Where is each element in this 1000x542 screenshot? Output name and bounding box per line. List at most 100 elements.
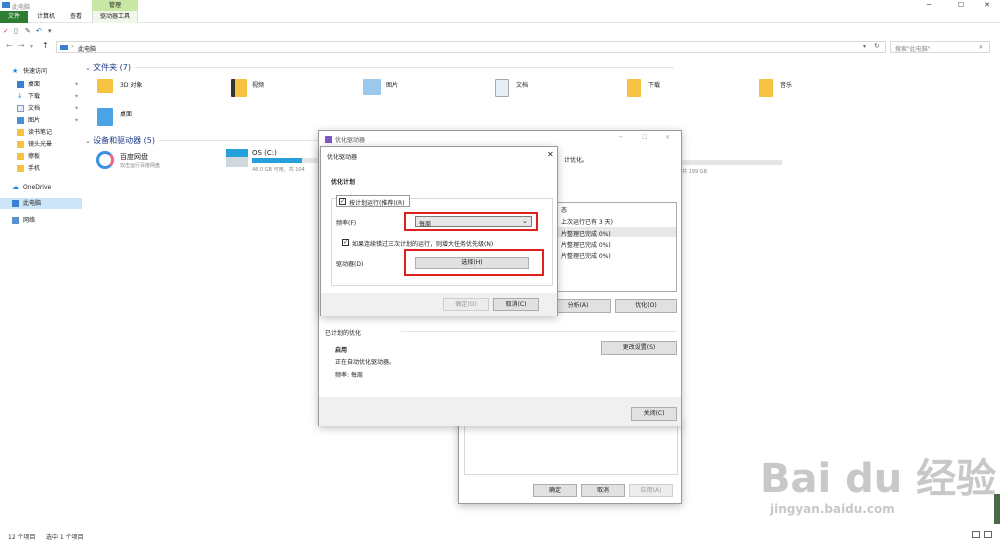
- change-settings-button[interactable]: 更改设置(S): [601, 341, 677, 355]
- folder-music[interactable]: 音乐: [759, 79, 792, 97]
- tab-view[interactable]: 查看: [64, 11, 88, 23]
- baidu-watermark: Bai du 经验: [760, 456, 997, 502]
- window-title: 此电脑: [12, 4, 31, 11]
- schedule-ok-button: 确定(O): [443, 298, 489, 311]
- nav-item-lens-flare[interactable]: 镜头光晕: [0, 139, 82, 150]
- props-ok-button[interactable]: 确定: [533, 484, 577, 497]
- maximize-button[interactable]: ☐: [642, 134, 647, 141]
- pin-icon: ✦: [74, 117, 80, 124]
- folder-downloads[interactable]: 下载: [627, 79, 660, 97]
- scheduled-header: 已计划的优化: [325, 330, 362, 337]
- properties-dialog: 确定 取消 应用(A): [458, 420, 682, 504]
- status-bar: 12 个项目 选中 1 个项目: [0, 531, 1000, 542]
- props-cancel-button[interactable]: 取消: [581, 484, 625, 497]
- forward-icon[interactable]: →: [18, 41, 25, 50]
- breadcrumb-separator: ›: [71, 43, 74, 50]
- folder-documents[interactable]: 文档: [495, 79, 528, 97]
- undo-icon[interactable]: ↶: [36, 27, 42, 35]
- folder-desktop[interactable]: 桌面: [97, 108, 132, 126]
- optimize-close-button[interactable]: 关闭(C): [631, 407, 677, 421]
- nav-item-downloads[interactable]: ↓ 下载 ✦: [0, 91, 82, 102]
- tab-computer[interactable]: 计算机: [32, 11, 60, 23]
- minimize-button[interactable]: ─: [619, 134, 623, 141]
- schedule-cancel-button[interactable]: 取消(C): [493, 298, 539, 311]
- optimize-window-title: 优化驱动器: [335, 137, 366, 144]
- large-icons-view-icon[interactable]: [984, 531, 992, 538]
- title-bar: 此电脑 管理 ─ ☐ ✕: [0, 0, 1000, 11]
- run-on-schedule-checkbox[interactable]: ✓: [339, 198, 346, 205]
- refresh-icon[interactable]: ↻: [874, 42, 880, 50]
- nav-onedrive[interactable]: ☁ OneDrive: [0, 182, 82, 193]
- folder-pictures[interactable]: 图片: [363, 79, 398, 95]
- defrag-icon: [325, 136, 332, 143]
- rename-icon[interactable]: ✎: [25, 27, 31, 35]
- recent-dropdown-icon[interactable]: ▾: [30, 43, 33, 50]
- folder-videos[interactable]: 视频: [231, 79, 264, 97]
- address-dropdown-icon[interactable]: ▾: [863, 43, 866, 50]
- folder-icon: [17, 141, 24, 148]
- 3d-folder-icon: [97, 79, 113, 93]
- this-pc-icon: [60, 45, 68, 50]
- search-box[interactable]: 搜索"此电脑" ⌕: [890, 41, 990, 53]
- tab-file[interactable]: 文件: [0, 11, 28, 23]
- highlight-frequency: [404, 212, 538, 231]
- drive2-usage-bar: [682, 160, 782, 165]
- folders-header[interactable]: ⌄ 文件夹 (7): [85, 62, 131, 73]
- document-folder-icon: [495, 79, 509, 97]
- manage-tab[interactable]: 管理: [92, 0, 138, 11]
- close-icon[interactable]: ✕: [547, 150, 554, 159]
- nav-item-documents[interactable]: 文档 ✦: [0, 103, 82, 114]
- folder-icon: [17, 153, 24, 160]
- list-row[interactable]: 上次运行已有 3 天): [561, 217, 613, 226]
- missed-runs-checkbox[interactable]: ✓: [342, 239, 349, 246]
- picture-folder-icon: [363, 79, 381, 95]
- breadcrumb-this-pc[interactable]: 此电脑: [78, 44, 96, 53]
- optimize-button[interactable]: 优化(O): [615, 299, 677, 313]
- up-icon[interactable]: ↑: [42, 41, 49, 50]
- optimize-desc: 计优化。: [564, 157, 589, 164]
- run-on-schedule-option[interactable]: ✓ 按计划运行(推荐)(R): [336, 195, 410, 207]
- folder-3d-objects[interactable]: 3D 对象: [97, 79, 142, 93]
- tab-drive-tools[interactable]: 驱动器工具: [92, 11, 138, 23]
- run-on-schedule-label: 按计划运行(推荐)(R): [349, 200, 405, 207]
- this-pc-icon: [12, 200, 19, 207]
- nav-item-phone[interactable]: 手机: [0, 163, 82, 174]
- nav-item-reading-notes[interactable]: 读书笔记: [0, 127, 82, 138]
- nav-network[interactable]: 网络: [0, 215, 82, 226]
- music-folder-icon: [759, 79, 773, 97]
- list-row[interactable]: 片整理已完成 0%): [561, 240, 611, 249]
- close-button[interactable]: ✕: [976, 0, 998, 10]
- back-icon[interactable]: ←: [6, 41, 13, 50]
- item-count: 12 个项目: [8, 534, 36, 541]
- drive-baidu[interactable]: 百度网盘 双击运行百度网盘: [96, 151, 160, 169]
- close-button[interactable]: ✕: [665, 134, 670, 141]
- properties-icon[interactable]: ✓: [3, 27, 9, 35]
- drives-list[interactable]: 态 上次运行已有 3 天) 片整理已完成 0%) 片整理已完成 0%) 片整理已…: [557, 202, 677, 292]
- address-field[interactable]: › 此电脑 ▾ ↻: [56, 41, 886, 53]
- devices-header[interactable]: ⌄ 设备和驱动器 (5): [85, 135, 155, 146]
- maximize-button[interactable]: ☐: [950, 0, 972, 10]
- drive-os-c[interactable]: OS (C:) 48.0 GB 可用，共 104: [226, 149, 344, 173]
- schedule-dialog-title: 优化驱动器: [327, 154, 358, 161]
- nav-quick-access[interactable]: ★ 快速访问: [0, 66, 82, 77]
- scheduled-divider: [401, 331, 677, 332]
- nav-this-pc[interactable]: 此电脑: [0, 198, 82, 209]
- list-row[interactable]: 片整理已完成 0%): [561, 251, 611, 260]
- drives-label: 驱动器(D): [336, 261, 364, 268]
- missed-runs-label: 如果连续错过三次计划的运行，则增大任务优先级(N): [352, 241, 494, 248]
- nav-item-pictures[interactable]: 图片 ✦: [0, 115, 82, 126]
- this-pc-icon: [2, 2, 10, 8]
- minimize-button[interactable]: ─: [918, 0, 940, 10]
- new-doc-icon[interactable]: ▯: [14, 27, 18, 35]
- customize-dropdown-icon[interactable]: ▾: [48, 27, 52, 35]
- download-folder-icon: [627, 79, 641, 97]
- navigation-pane: ★ 快速访问 桌面 ✦ ↓ 下载 ✦ 文档 ✦ 图片 ✦ 读书笔记 镜头光晕 擦…: [0, 62, 82, 522]
- details-view-icon[interactable]: [972, 531, 980, 538]
- selected-count: 选中 1 个项目: [46, 534, 84, 541]
- quick-access-toolbar: ✓ ▯ ✎ ↶ ▾: [0, 24, 200, 38]
- missed-runs-option[interactable]: ✓ 如果连续错过三次计划的运行，则增大任务优先级(N): [342, 238, 542, 248]
- nav-item-desktop[interactable]: 桌面 ✦: [0, 79, 82, 90]
- nav-item-eraser[interactable]: 擦板: [0, 151, 82, 162]
- schedule-dialog: 优化驱动器 ✕ 优化计划 ✓ 按计划运行(推荐)(R) 频率(F) 每周 ⌄ ✓…: [320, 146, 558, 316]
- list-row-selected[interactable]: 片整理已完成 0%): [558, 227, 676, 238]
